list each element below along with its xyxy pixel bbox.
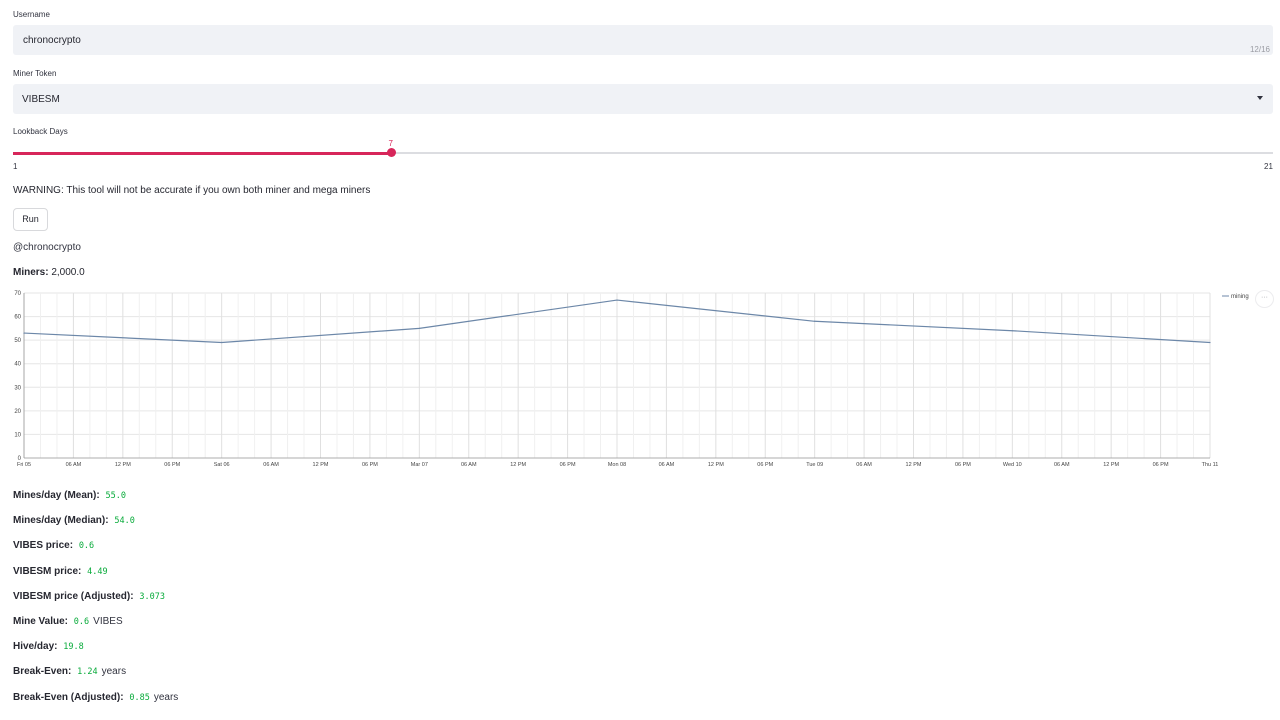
metric-label: VIBES price: [13,540,74,552]
x-tick-label: 06 AM [659,462,675,468]
miners-metric: Miners: 2,000.0 [13,267,85,278]
legend-label: mining [1231,294,1249,300]
y-tick-label: 20 [14,409,21,415]
metric-value: 0.85 [129,692,150,703]
x-tick-label: 06 PM [757,462,773,468]
metric-row: Break-Even (Adjusted): 0.85 years [13,692,178,703]
metric-label: Break-Even: [13,666,72,678]
metric-label: Mine Value: [13,616,69,627]
miners-value: 2,000.0 [51,267,85,278]
metric-label: Mines/day (Median): [13,515,109,527]
x-tick-label: 06 AM [66,462,82,468]
x-tick-label: 06 AM [856,462,872,468]
x-tick-label: 06 PM [362,462,378,468]
x-tick-label: 06 PM [955,462,971,468]
data-point [616,299,618,301]
x-tick-label: 12 PM [510,462,526,468]
metric-value: 4.49 [87,566,108,577]
slider-max-label: 21 [1264,162,1273,171]
run-button[interactable]: Run [13,208,48,231]
username-label: Username [13,10,50,19]
metric-unit: years [101,666,127,678]
x-tick-label: Sat 06 [214,462,230,468]
metric-label: VIBESM price: [13,565,82,577]
metric-value: 3.073 [139,591,165,602]
metric-row: VIBESM price: 4.49 [13,566,108,577]
metric-value: 55.0 [105,491,126,501]
slider-min-label: 1 [13,162,18,171]
y-tick-label: 10 [14,432,21,438]
username-value: chronocrypto [23,35,81,46]
metric-row: Hive/day: 19.8 [13,641,84,652]
x-tick-label: Fri 05 [17,462,31,468]
data-point [221,341,223,344]
metric-unit: years [153,691,179,703]
metric-unit: VIBES [93,616,123,627]
data-point [1209,341,1211,344]
warning-text: WARNING: This tool will not be accurate … [13,185,371,196]
metric-value: 19.8 [63,642,84,653]
data-point [418,327,420,329]
y-tick-label: 30 [14,385,21,391]
username-input[interactable]: chronocrypto 12/16 [13,25,1273,55]
result-handle: @chronocrypto [13,242,81,253]
metric-label: Break-Even (Adjusted): [13,691,124,703]
x-tick-label: 12 PM [906,462,922,468]
metric-label: Hive/day: [13,641,58,653]
y-tick-label: 70 [14,291,21,297]
data-point [814,320,816,322]
miners-label: Miners: [13,267,49,278]
miner-token-value: VIBESM [22,94,60,105]
metric-value: 54.0 [114,516,135,527]
metric-value: 0.6 [78,541,95,552]
metric-row: Mines/day (Mean): 55.0 [13,490,126,501]
chevron-down-icon [1257,96,1263,100]
x-tick-label: Wed 10 [1003,462,1022,468]
metric-row: VIBESM price (Adjusted): 3.073 [13,591,165,602]
slider-thumb[interactable] [386,148,396,157]
x-tick-label: 12 PM [115,462,131,468]
x-tick-label: 12 PM [1103,462,1119,468]
x-tick-label: 06 AM [263,462,279,468]
metric-label: VIBESM price (Adjusted): [13,590,134,602]
data-point [23,332,25,334]
metric-value: 0.6 [73,617,90,627]
x-tick-label: 12 PM [708,462,724,468]
metric-row: VIBES price: 0.6 [13,540,94,551]
y-tick-label: 40 [14,362,21,368]
x-tick-label: Tue 09 [806,462,823,468]
metric-label: Mines/day (Mean): [13,490,100,501]
metric-value: 1.24 [77,667,98,678]
x-tick-label: Thu 11 [1202,462,1219,468]
x-tick-label: Mar 07 [411,462,428,468]
data-point [1011,330,1013,332]
slider-fill [13,151,391,155]
x-tick-label: 12 PM [313,462,329,468]
username-char-counter: 12/16 [1249,45,1270,54]
x-tick-label: 06 AM [1054,462,1070,468]
x-tick-label: Mon 08 [608,462,626,468]
y-tick-label: 50 [14,338,21,344]
metric-row: Mines/day (Median): 54.0 [13,515,135,526]
y-tick-label: 60 [14,315,21,321]
slider-current-value: 7 [388,139,393,148]
metric-row: Mine Value: 0.6 VIBES [13,616,123,627]
x-tick-label: 06 PM [1153,462,1169,468]
mining-line-chart: 010203040506070Fri 05 06 AM 12 PM 06 PM Sat … [14,291,1249,468]
miner-token-select[interactable]: VIBESM [13,84,1273,114]
miner-token-label: Miner Token [13,69,57,78]
x-tick-label: 06 PM [560,462,576,468]
lookback-days-label: Lookback Days [13,127,68,136]
x-tick-label: 06 AM [461,462,477,468]
x-tick-label: 06 PM [164,462,180,468]
metric-row: Break-Even: 1.24 years [13,666,126,677]
more-horizontal-icon[interactable]: ··· [1255,290,1274,308]
